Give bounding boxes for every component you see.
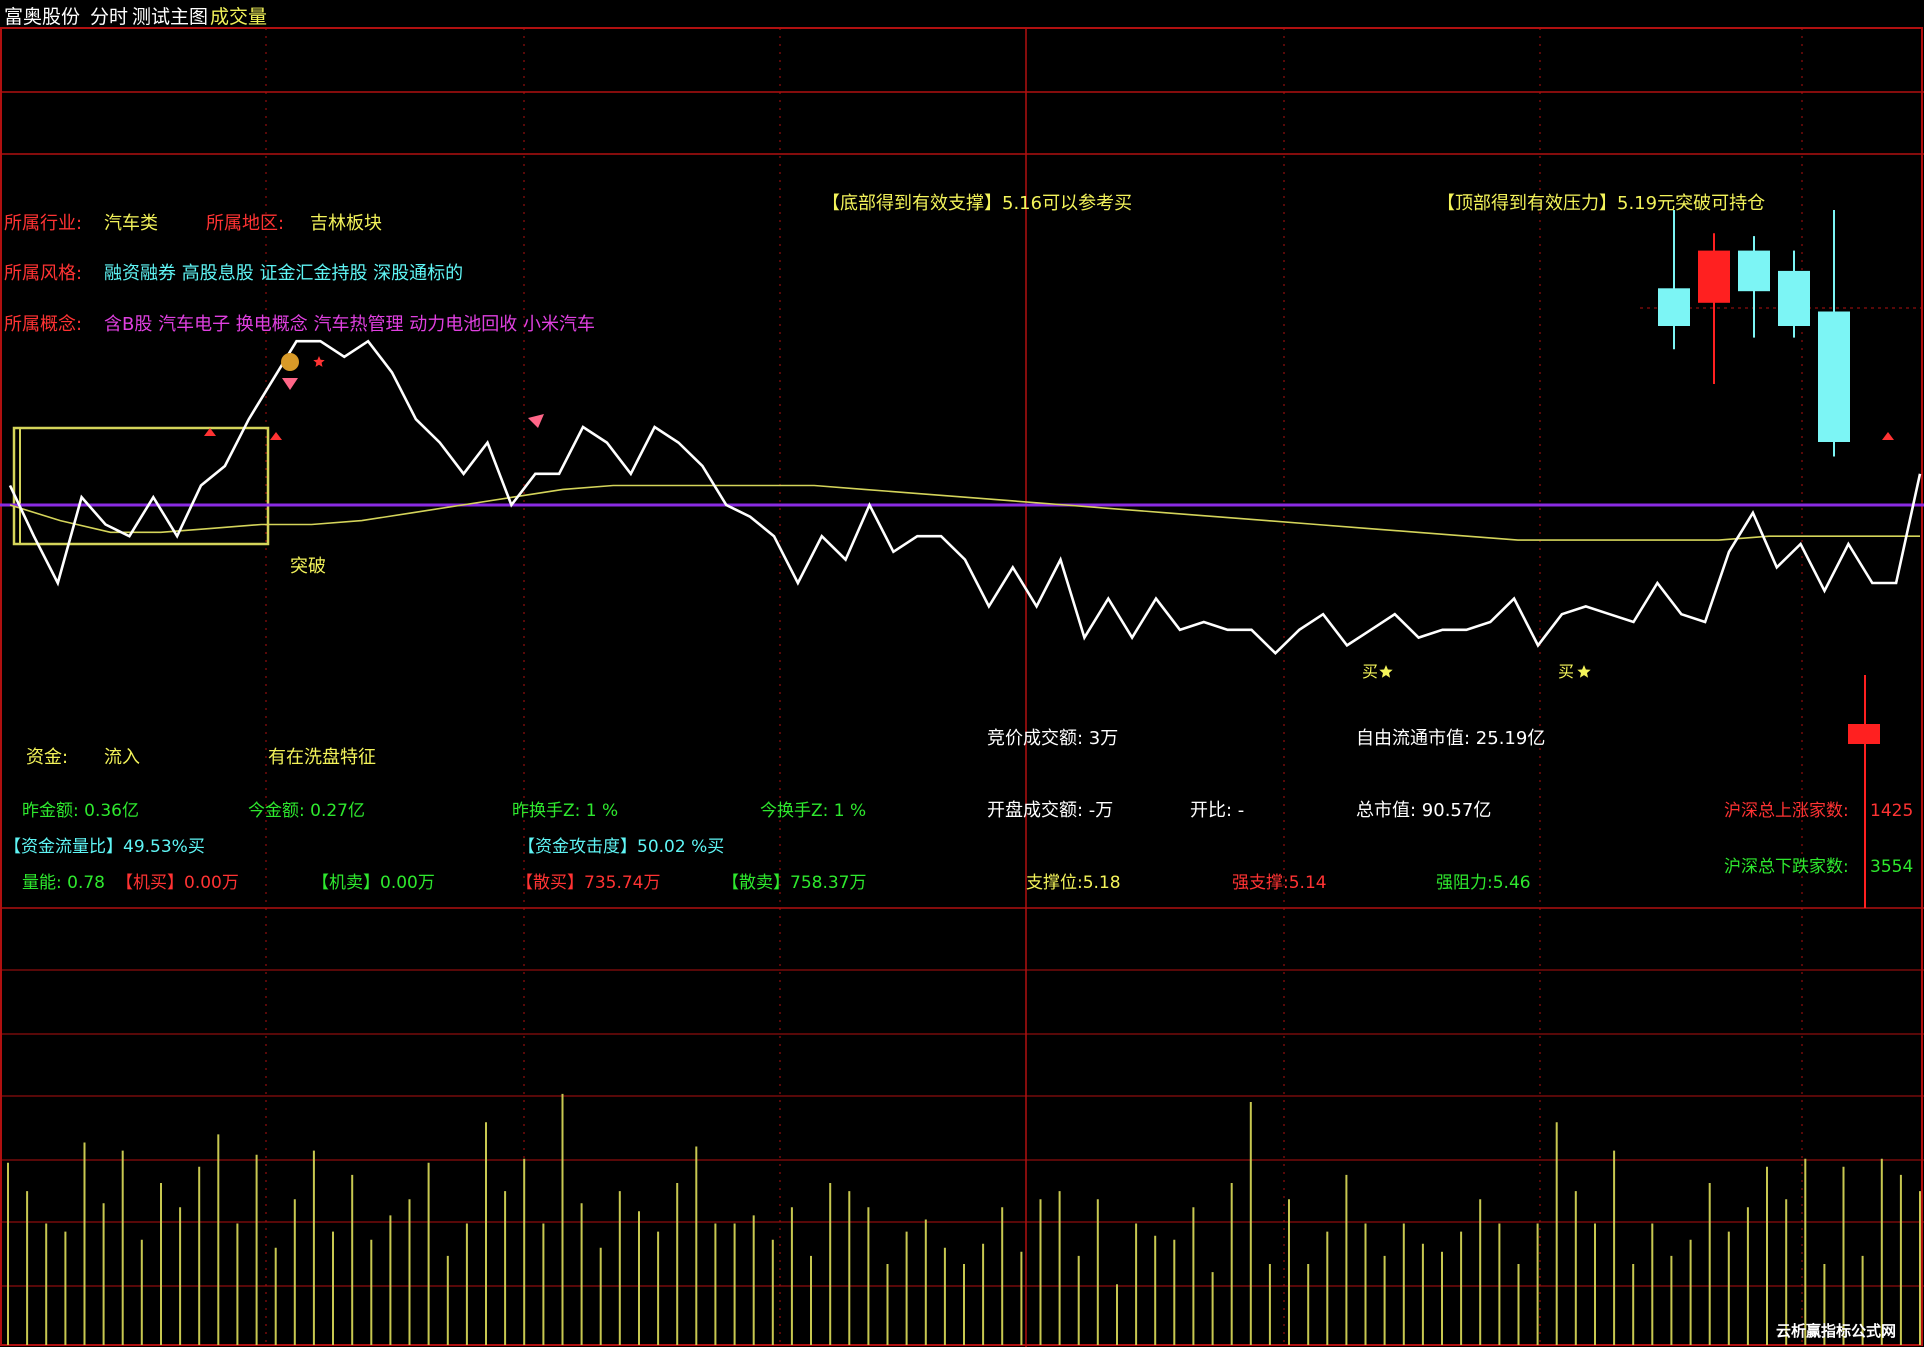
money-bag-icon xyxy=(281,353,299,371)
market-up-label: 沪深总上涨家数: xyxy=(1724,801,1849,821)
retail-sell: 【散卖】758.37万 xyxy=(722,873,867,893)
buy-label-1: 买 xyxy=(1362,662,1379,681)
candle-body-2 xyxy=(1738,250,1770,292)
signal-markers xyxy=(204,353,1894,678)
watermark: 云析赢指标公式网 xyxy=(1776,1322,1897,1340)
buy-star-icon-2 xyxy=(1577,665,1591,678)
region-label: 所属地区: xyxy=(206,213,285,234)
retail-buy: 【散买】735.74万 xyxy=(516,873,661,893)
candle-body-4 xyxy=(1818,311,1850,442)
menu-item-timeshare[interactable]: 分时 xyxy=(90,2,128,29)
attack-ratio: 【资金攻击度】50.02 %买 xyxy=(518,837,725,857)
today-turnover: 今换手Z: 1 % xyxy=(760,801,867,821)
candle-body-3 xyxy=(1778,270,1810,326)
strong-resistance: 强阻力:5.46 xyxy=(1436,873,1531,893)
diamond-icon-2 xyxy=(528,414,544,428)
total-market-cap: 总市值: 90.57亿 xyxy=(1356,800,1492,821)
yesterday-amount: 昨金额: 0.36亿 xyxy=(22,801,139,821)
menu-item-volume[interactable]: 成交量 xyxy=(210,2,267,29)
market-up-value: 1425 xyxy=(1870,801,1914,821)
funds-value: 流入 xyxy=(104,747,140,768)
chart-grid xyxy=(0,27,1924,1347)
today-amount: 今金额: 0.27亿 xyxy=(248,801,365,821)
yesterday-turnover: 昨换手Z: 1 % xyxy=(512,801,619,821)
energy: 量能: 0.78 xyxy=(22,873,105,893)
inst-sell: 【机卖】0.00万 xyxy=(312,873,435,893)
average-price-line xyxy=(9,484,1920,541)
style-value: 融资融券 高股息股 证金汇金持股 深股通标的 xyxy=(104,263,464,284)
buy-label-2: 买 xyxy=(1558,662,1575,681)
wash-note: 有在洗盘特征 xyxy=(268,747,376,768)
candle-body-0 xyxy=(1658,288,1690,326)
concept-value: 含B股 汽车电子 换电概念 汽车热管理 动力电池回收 小米汽车 xyxy=(104,314,595,335)
signal-star-icon xyxy=(313,356,325,367)
industry-value: 汽车类 xyxy=(104,213,158,234)
support-note: 【底部得到有效支撑】5.16可以参考买 xyxy=(822,193,1133,214)
diamond-icon-1 xyxy=(282,378,298,390)
auction-amount: 竞价成交额: 3万 xyxy=(987,728,1119,749)
region-value: 吉林板块 xyxy=(310,213,382,234)
market-down-value: 3554 xyxy=(1870,857,1914,877)
up-arrow-icon-3 xyxy=(1882,432,1894,440)
concept-label: 所属概念: xyxy=(4,314,83,335)
inst-buy: 【机买】0.00万 xyxy=(116,873,239,893)
market-down-label: 沪深总下跌家数: xyxy=(1724,857,1849,877)
style-label: 所属风格: xyxy=(4,263,83,284)
open-amount: 开盘成交额: -万 xyxy=(987,800,1114,821)
up-arrow-icon-2 xyxy=(270,432,282,440)
resistance-note: 【顶部得到有效压力】5.19元突破可持仓 xyxy=(1437,193,1766,214)
industry-label: 所属行业: xyxy=(4,213,83,234)
open-ratio: 开比: - xyxy=(1190,800,1245,821)
grid-frame xyxy=(0,27,1923,1346)
support-level: 支撑位:5.18 xyxy=(1026,873,1121,893)
stock-name[interactable]: 富奥股份 xyxy=(4,2,80,29)
price-lines xyxy=(0,339,1924,656)
stat-marker-body xyxy=(1848,724,1880,744)
volume-bars xyxy=(7,1093,1921,1345)
menu-item-main-chart[interactable]: 测试主图 xyxy=(132,2,208,29)
terminal-screen: 富奥股份 分时 测试主图 成交量 所属行业: 汽车类 所属地区: 吉林板块 所属… xyxy=(0,0,1924,1347)
strong-support: 强支撑:5.14 xyxy=(1232,873,1327,893)
breakout-label: 突破 xyxy=(290,556,326,577)
candle-body-1 xyxy=(1698,250,1730,303)
flow-ratio: 【资金流量比】49.53%买 xyxy=(4,837,205,857)
funds-label: 资金: xyxy=(26,747,69,768)
float-market-cap: 自由流通市值: 25.19亿 xyxy=(1356,728,1546,749)
buy-star-icon-1 xyxy=(1379,665,1393,678)
